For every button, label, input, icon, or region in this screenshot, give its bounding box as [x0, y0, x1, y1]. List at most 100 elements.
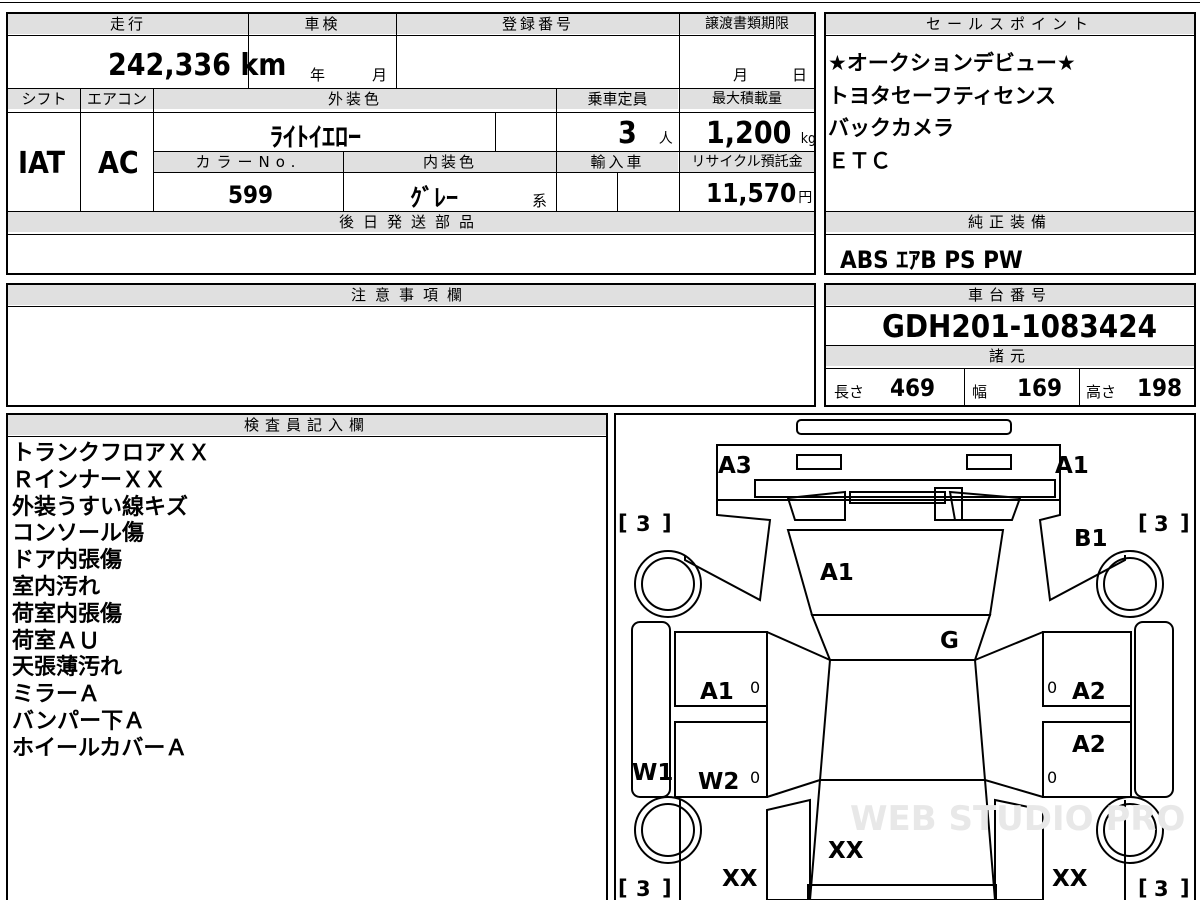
rule	[8, 112, 814, 113]
interior-color-value: ｸﾞﾚｰ	[410, 184, 458, 212]
header-transfer-deadline: 譲渡書類期限	[680, 14, 814, 34]
spec-width-label: 幅	[972, 383, 988, 401]
inspector-note-item: トランクフロアＸＸ	[12, 441, 211, 466]
rule	[8, 35, 814, 36]
header-registration: 登録番号	[397, 14, 679, 34]
inspection-year-unit: 年	[310, 66, 326, 84]
header-caution: 注意事項欄	[8, 285, 814, 305]
rule	[679, 89, 680, 211]
tire-fl-left-bracket: [	[618, 511, 628, 535]
mark-a1-top: A1	[1055, 453, 1089, 479]
header-aircon: エアコン	[81, 89, 153, 109]
rule	[495, 113, 496, 151]
mark-a2-right: A2	[1072, 679, 1106, 705]
tire-fl-right-bracket: ]	[662, 511, 672, 535]
inspector-note-item: ミラーＡ	[12, 682, 101, 708]
rule	[964, 369, 965, 405]
inspection-month-unit: 月	[372, 66, 388, 84]
header-color-no: カラーNo.	[154, 152, 343, 172]
mark-xx-right: XX	[1052, 866, 1088, 892]
tire-fr-left-bracket: [	[1138, 511, 1148, 535]
mark-xx-left: XX	[722, 866, 758, 892]
interior-color-suffix: 系	[532, 192, 548, 210]
mark-a1-hood: A1	[820, 560, 854, 586]
equipment-value: ABS ｴｱB PS PW	[840, 246, 1023, 274]
header-chassis: 車台番号	[826, 285, 1194, 305]
inspector-note-item: 外装うすい線キズ	[12, 494, 189, 520]
rule	[8, 234, 814, 235]
mark-a3: A3	[718, 453, 752, 479]
inspector-note-item: 天張薄汚れ	[12, 655, 123, 681]
inspector-note-item: 荷室内張傷	[12, 601, 123, 627]
mark-a2-right2: A2	[1072, 732, 1106, 758]
rule	[1079, 369, 1080, 405]
inspector-note-item: ドア内張傷	[12, 548, 123, 574]
header-inspector: 検査員記入欄	[8, 415, 606, 435]
spec-height-value: 198	[1137, 374, 1183, 402]
header-capacity: 乗車定員	[557, 89, 678, 109]
sales-point-item: バックカメラ	[828, 116, 954, 140]
rule	[826, 234, 1194, 235]
sales-point-item: ＥＴＣ	[828, 148, 891, 173]
mark-zero-4: 0	[1047, 768, 1057, 787]
top-strip-line	[0, 2, 1200, 3]
watermark-text: WEB STUDIO PRO	[850, 799, 1185, 839]
spec-length-value: 469	[890, 374, 936, 402]
color-no-value: 599	[228, 181, 274, 209]
inspector-note-item: 荷室ＡＵ	[12, 628, 101, 654]
aircon-value: AC	[98, 146, 139, 181]
rule	[154, 172, 814, 173]
header-recycle: リサイクル預託金	[680, 152, 814, 172]
mark-zero-1: 0	[750, 678, 760, 697]
tire-rl-depth: 3	[636, 877, 651, 900]
vehicle-damage-diagram: WEB STUDIO PRO A3 A1 B1 A1 G A1 A2 A2 W1…	[618, 419, 1190, 900]
rule	[343, 152, 344, 211]
shift-value: IAT	[18, 146, 66, 181]
rule	[396, 14, 397, 88]
tire-rl-left-bracket: [	[618, 876, 628, 900]
inspector-note-item: ホイールカバーＡ	[12, 735, 188, 761]
tire-fr-depth: 3	[1154, 512, 1169, 536]
chassis-number: GDH201-1083424	[882, 309, 1158, 345]
inspector-notes-list: トランクフロアＸＸ ＲインナーＸＸ 外装うすい線キズ コンソール傷 ドア内張傷 室内汚れ荷…	[12, 441, 210, 763]
mark-w1: W1	[632, 760, 673, 786]
header-sales-points: セールスポイント	[826, 14, 1194, 34]
rule	[8, 306, 814, 307]
deadline-day-unit: 日	[792, 66, 808, 84]
mark-zero-3: 0	[750, 768, 760, 787]
rule	[556, 89, 557, 211]
header-shift: シフト	[8, 89, 80, 109]
inspector-note-item: ＲインナーＸＸ	[12, 467, 167, 493]
recycle-value: 11,570 円	[706, 179, 813, 209]
header-inspection: 車検	[249, 14, 396, 34]
header-max-load: 最大積載量	[680, 89, 814, 109]
mark-a1-left: A1	[700, 679, 734, 705]
header-equipment: 純正装備	[826, 212, 1194, 232]
header-specs: 諸元	[826, 346, 1194, 366]
tire-rr-depth: 3	[1154, 877, 1169, 900]
tire-rr-right-bracket: ]	[1180, 876, 1190, 900]
header-mileage: 走行	[8, 14, 248, 34]
header-exterior-color: 外装色	[154, 89, 556, 109]
exterior-color-value: ﾗｲﾄｲｴﾛｰ	[270, 123, 362, 153]
rule	[80, 89, 81, 211]
tire-fl-depth: 3	[636, 512, 651, 536]
max-load-value: 1,200 kg	[706, 116, 817, 151]
mark-xx-center: XX	[828, 838, 864, 864]
mark-zero-2: 0	[1047, 678, 1057, 697]
mileage-value: 242,336 km	[108, 48, 287, 83]
rule	[679, 14, 680, 88]
inspector-note-item: 室内汚れ	[12, 574, 101, 600]
rule	[826, 35, 1194, 36]
spec-width-value: 169	[1017, 374, 1063, 402]
sales-point-item: ★オークションデビュー★	[828, 51, 1076, 75]
mark-w2: W2	[698, 769, 739, 795]
mark-b1: B1	[1074, 526, 1108, 552]
rule	[8, 436, 606, 437]
header-later-parts: 後日発送部品	[8, 212, 814, 232]
rule	[617, 173, 618, 211]
header-interior-color: 内装色	[344, 152, 556, 172]
capacity-value: 3人	[618, 116, 673, 151]
sales-points-list: ★オークションデビュー★ トヨタセーフティセンス バックカメラ ＥＴＣ	[828, 47, 1076, 177]
sales-point-item: トヨタセーフティセンス	[828, 83, 1057, 108]
